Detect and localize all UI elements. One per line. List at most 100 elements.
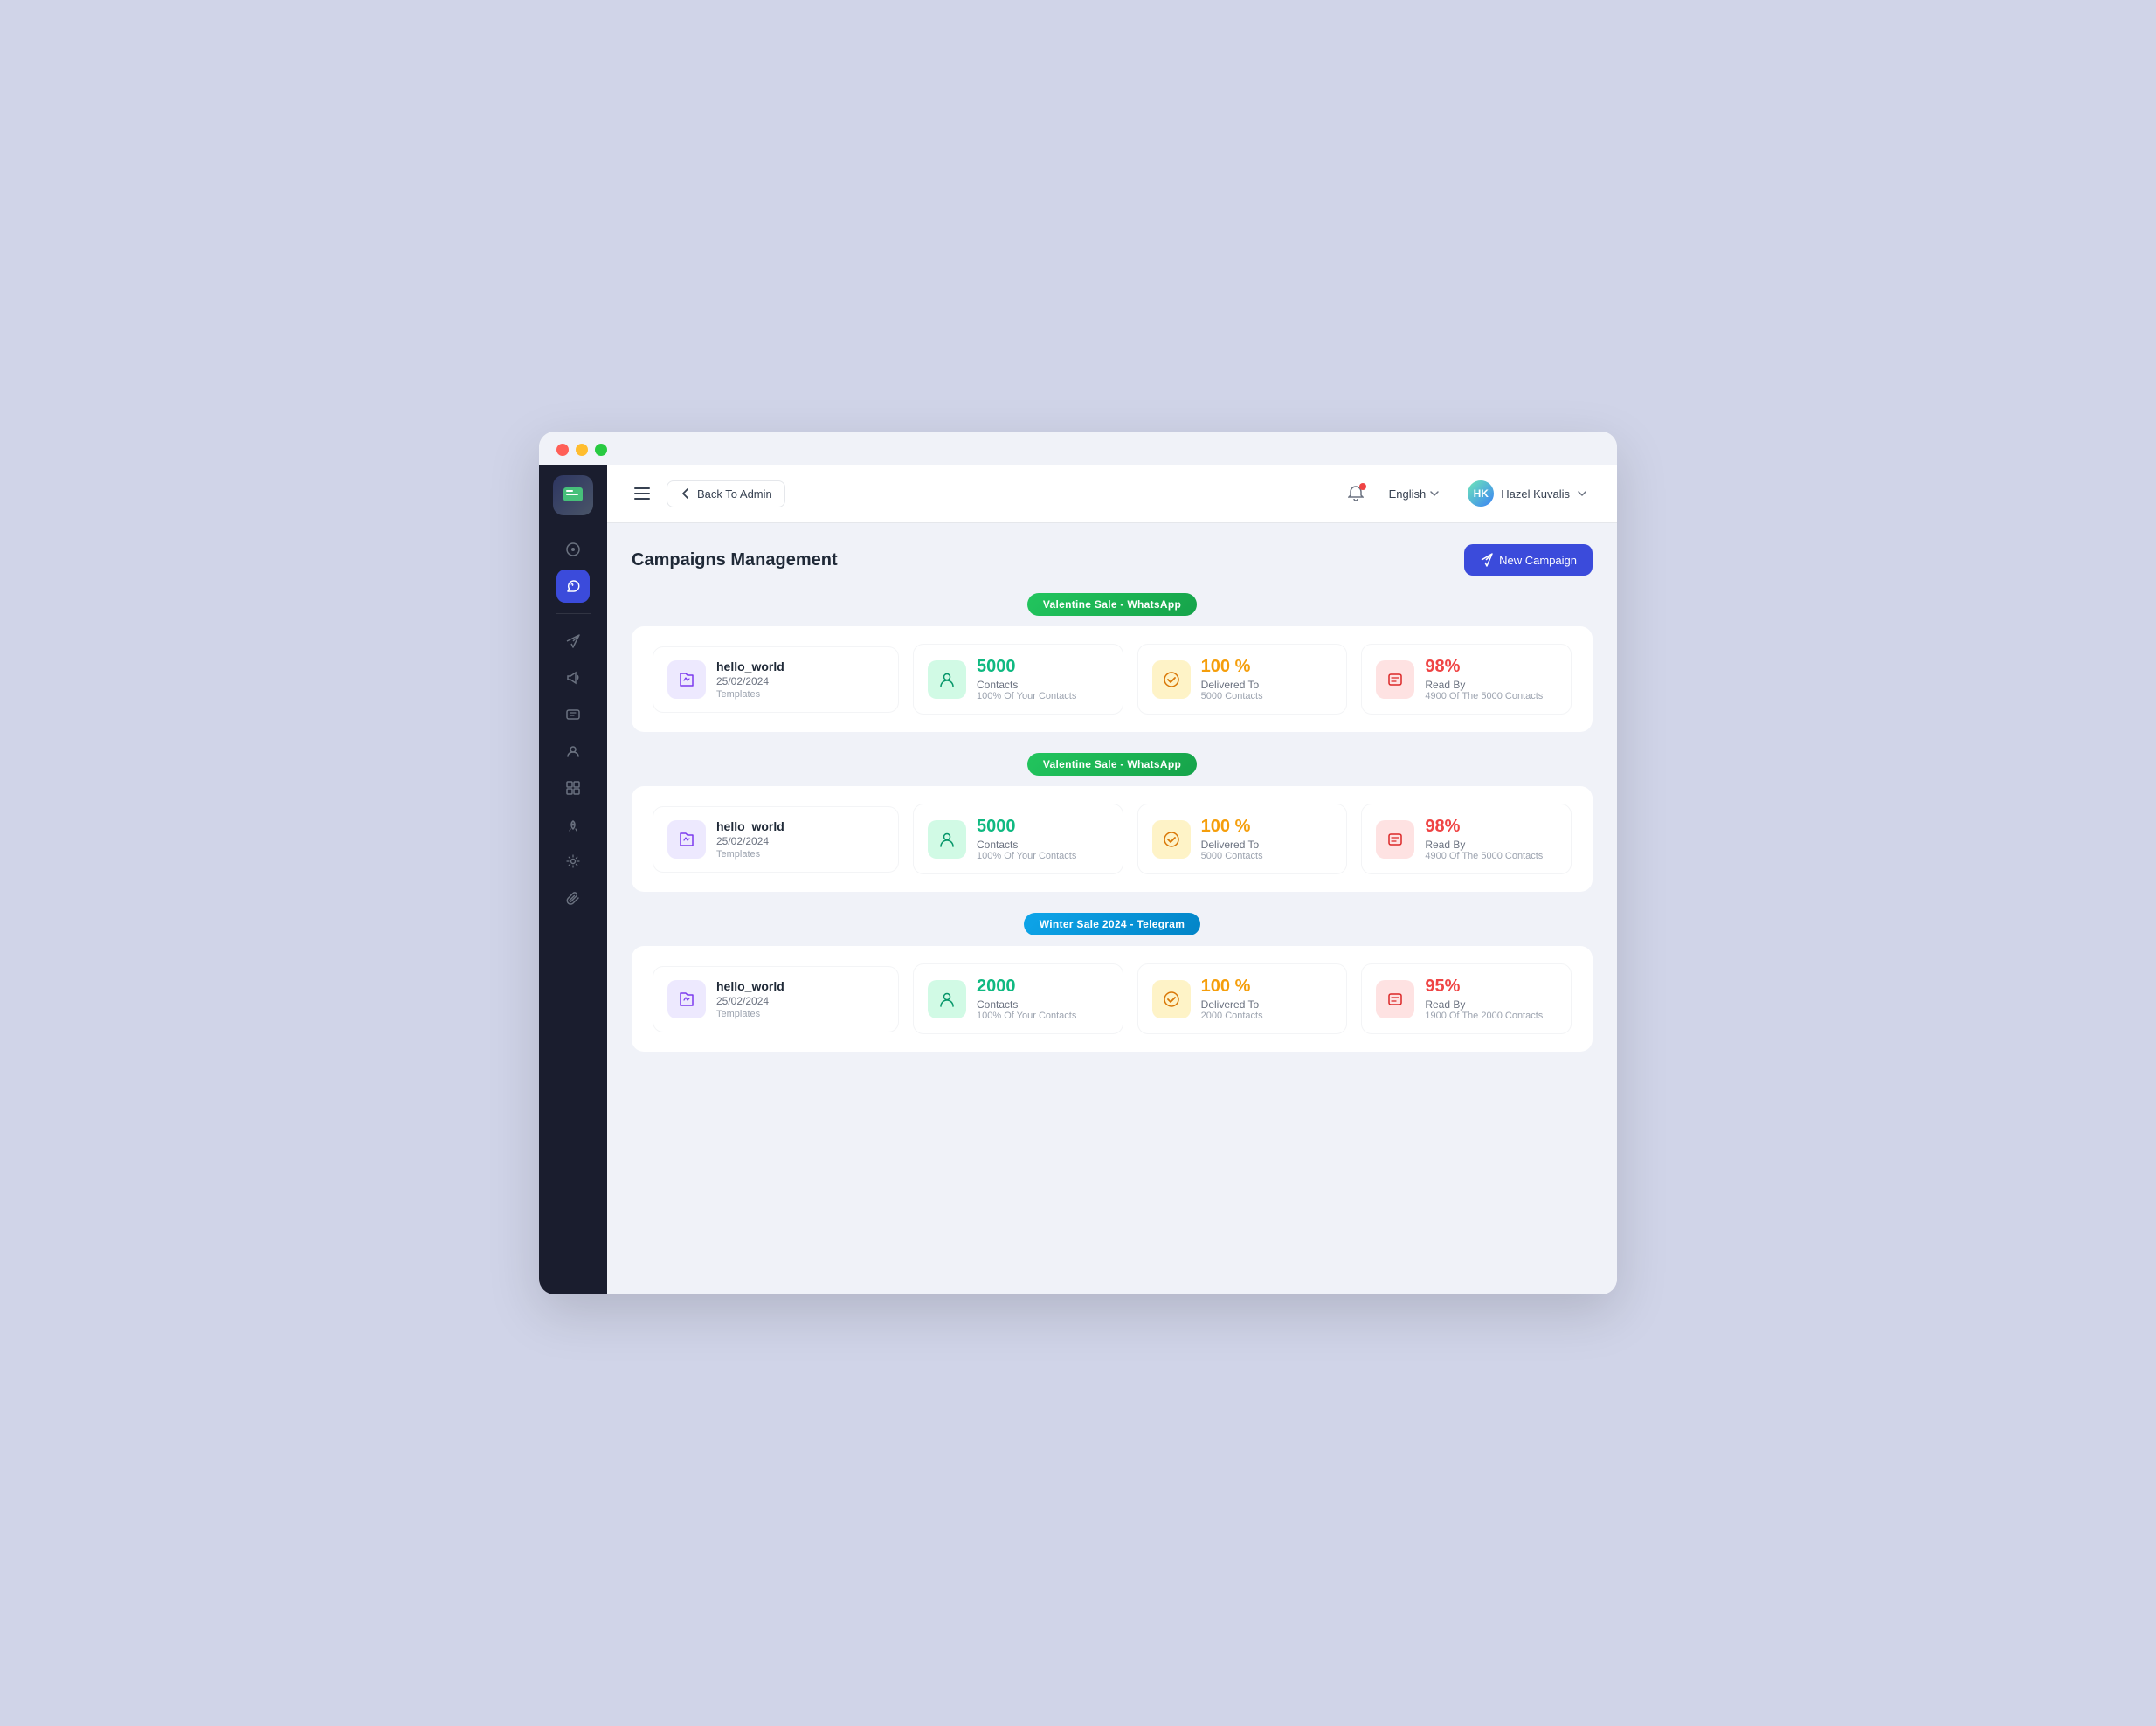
readby-info-2: 95% Read By 1900 Of The 2000 Contacts [1425,977,1543,1021]
readby-value-0: 98% [1425,657,1543,677]
sidebar-item-whatsapp[interactable] [556,570,590,603]
delivered-sub-1: 5000 Contacts [1201,851,1263,861]
template-icon-0 [667,660,706,699]
campaign-badge-wrap-2: Winter Sale 2024 - Telegram [632,913,1593,935]
sidebar-item-rocket[interactable] [556,808,590,841]
contacts-label-2: Contacts [977,998,1076,1011]
delivered-block-0: 100 % Delivered To 5000 Contacts [1137,644,1348,715]
delivered-value-0: 100 % [1201,657,1263,677]
content-header: Campaigns Management New Campaign [632,544,1593,576]
delivered-sub-0: 5000 Contacts [1201,691,1263,701]
sidebar-item-contacts[interactable] [556,735,590,768]
user-menu[interactable]: HK Hazel Kuvalis [1459,475,1596,512]
sidebar-item-overview[interactable] [556,533,590,566]
menu-button[interactable] [628,480,656,507]
contacts-block-0: 5000 Contacts 100% Of Your Contacts [913,644,1123,715]
sidebar-item-campaigns[interactable] [556,771,590,804]
template-block-0: hello_world 25/02/2024 Templates [653,646,899,713]
template-icon-2 [667,980,706,1018]
back-to-admin-button[interactable]: Back To Admin [667,480,785,507]
main: Back To Admin English [607,465,1617,1294]
template-name-0: hello_world [716,659,784,673]
readby-block-0: 98% Read By 4900 Of The 5000 Contacts [1361,644,1572,715]
maximize-button[interactable] [595,444,607,456]
delivered-icon-0 [1152,660,1191,699]
contacts-info-0: 5000 Contacts 100% Of Your Contacts [977,657,1076,701]
contacts-block-2: 2000 Contacts 100% Of Your Contacts [913,963,1123,1034]
close-button[interactable] [556,444,569,456]
readby-sub-0: 4900 Of The 5000 Contacts [1425,691,1543,701]
sidebar-item-send[interactable] [556,625,590,658]
campaigns-container: Valentine Sale - WhatsApp hello_world 25… [632,593,1593,1052]
delivered-info-0: 100 % Delivered To 5000 Contacts [1201,657,1263,701]
contacts-label-1: Contacts [977,839,1076,851]
template-info-2: hello_world 25/02/2024 Templates [716,979,784,1019]
sidebar-item-megaphone[interactable] [556,661,590,694]
campaign-card-0: hello_world 25/02/2024 Templates 5000 [632,626,1593,732]
language-selector[interactable]: English [1380,482,1449,506]
sidebar-logo [553,475,593,515]
template-date-2: 25/02/2024 [716,995,784,1007]
contacts-block-1: 5000 Contacts 100% Of Your Contacts [913,804,1123,874]
readby-sub-1: 4900 Of The 5000 Contacts [1425,851,1543,861]
template-name-2: hello_world [716,979,784,993]
contacts-icon-0 [928,660,966,699]
contacts-sub-2: 100% Of Your Contacts [977,1011,1076,1021]
contacts-sub-1: 100% Of Your Contacts [977,851,1076,861]
new-campaign-button[interactable]: New Campaign [1464,544,1593,576]
contacts-value-0: 5000 [977,657,1076,677]
content-area: Campaigns Management New Campaign Valent… [607,523,1617,1294]
template-date-1: 25/02/2024 [716,835,784,847]
sidebar-divider-1 [556,613,591,614]
avatar: HK [1468,480,1494,507]
template-info-0: hello_world 25/02/2024 Templates [716,659,784,700]
notification-button[interactable] [1342,480,1370,507]
campaign-badge-2: Winter Sale 2024 - Telegram [1024,913,1201,935]
readby-sub-2: 1900 Of The 2000 Contacts [1425,1011,1543,1021]
readby-icon-0 [1376,660,1414,699]
notification-dot [1359,483,1366,490]
titlebar [539,432,1617,465]
template-block-2: hello_world 25/02/2024 Templates [653,966,899,1032]
delivered-label-0: Delivered To [1201,679,1263,691]
campaign-group-0: Valentine Sale - WhatsApp hello_world 25… [632,593,1593,732]
delivered-label-1: Delivered To [1201,839,1263,851]
contacts-value-2: 2000 [977,977,1076,997]
campaign-badge-0: Valentine Sale - WhatsApp [1027,593,1197,616]
sidebar-item-settings[interactable] [556,845,590,878]
topbar: Back To Admin English [607,465,1617,523]
sidebar-item-chat[interactable] [556,698,590,731]
campaign-badge-wrap-0: Valentine Sale - WhatsApp [632,593,1593,616]
readby-block-2: 95% Read By 1900 Of The 2000 Contacts [1361,963,1572,1034]
contacts-icon-1 [928,820,966,859]
template-block-1: hello_world 25/02/2024 Templates [653,806,899,873]
campaign-card-1: hello_world 25/02/2024 Templates 5000 [632,786,1593,892]
template-type-1: Templates [716,849,784,860]
delivered-block-2: 100 % Delivered To 2000 Contacts [1137,963,1348,1034]
readby-label-2: Read By [1425,998,1543,1011]
app-body: Back To Admin English [539,465,1617,1294]
template-icon-1 [667,820,706,859]
campaign-group-1: Valentine Sale - WhatsApp hello_world 25… [632,753,1593,892]
sidebar [539,465,607,1294]
readby-icon-1 [1376,820,1414,859]
readby-label-0: Read By [1425,679,1543,691]
readby-info-1: 98% Read By 4900 Of The 5000 Contacts [1425,817,1543,861]
campaign-badge-1: Valentine Sale - WhatsApp [1027,753,1197,776]
delivered-value-2: 100 % [1201,977,1263,997]
contacts-label-0: Contacts [977,679,1076,691]
sidebar-item-paperclip[interactable] [556,881,590,915]
campaign-badge-wrap-1: Valentine Sale - WhatsApp [632,753,1593,776]
template-info-1: hello_world 25/02/2024 Templates [716,819,784,860]
readby-label-1: Read By [1425,839,1543,851]
delivered-info-1: 100 % Delivered To 5000 Contacts [1201,817,1263,861]
template-date-0: 25/02/2024 [716,675,784,687]
campaign-group-2: Winter Sale 2024 - Telegram hello_world … [632,913,1593,1052]
delivered-icon-2 [1152,980,1191,1018]
delivered-label-2: Delivered To [1201,998,1263,1011]
delivered-block-1: 100 % Delivered To 5000 Contacts [1137,804,1348,874]
readby-icon-2 [1376,980,1414,1018]
template-type-0: Templates [716,689,784,700]
minimize-button[interactable] [576,444,588,456]
contacts-info-2: 2000 Contacts 100% Of Your Contacts [977,977,1076,1021]
